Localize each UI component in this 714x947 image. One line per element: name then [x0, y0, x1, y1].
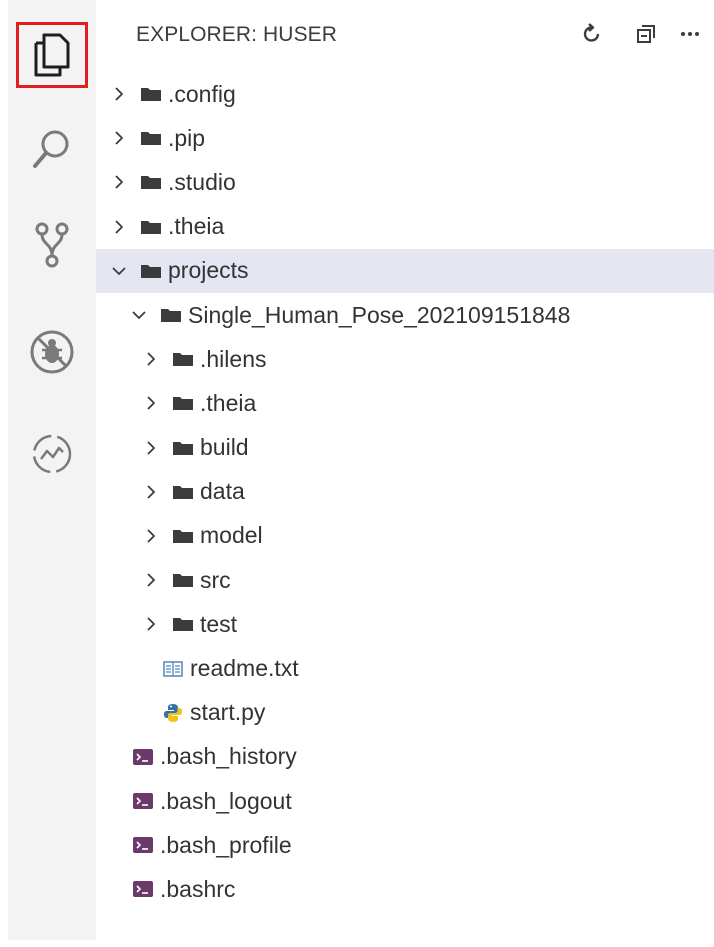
tree-item-label: .studio [168, 168, 236, 195]
tree-file-row[interactable]: readme.txt [96, 646, 714, 690]
file-tree: .config .pip .studio .theia projects Single_H… [96, 72, 714, 912]
folder-icon [140, 217, 162, 237]
folder-icon [140, 84, 162, 104]
chevron-right-icon[interactable] [142, 439, 160, 457]
chevron-right-icon[interactable] [142, 615, 160, 633]
folder-icon [140, 261, 162, 281]
chevron-right-icon[interactable] [110, 173, 128, 191]
tree-folder-row[interactable]: .theia [96, 381, 714, 425]
tree-folder-row[interactable]: src [96, 558, 714, 602]
tree-item-label: model [200, 522, 263, 549]
chevron-right-icon[interactable] [142, 527, 160, 545]
terminal-file-icon [132, 747, 154, 767]
chevron-right-icon[interactable] [142, 571, 160, 589]
tree-folder-row[interactable]: .hilens [96, 337, 714, 381]
more-icon[interactable] [676, 20, 704, 48]
chevron-right-icon[interactable] [110, 129, 128, 147]
ide-window: EXPLORER: HUSER .config .pip .studio .th… [0, 0, 714, 947]
tree-item-label: src [200, 566, 231, 593]
search-icon[interactable] [18, 119, 86, 179]
tree-folder-row[interactable]: .studio [96, 160, 714, 204]
folder-icon [172, 393, 194, 413]
tree-item-label: test [200, 610, 238, 637]
tree-folder-row[interactable]: .theia [96, 205, 714, 249]
chevron-down-icon[interactable] [110, 262, 128, 280]
tree-item-label: .config [168, 80, 236, 107]
tree-file-row[interactable]: .bashrc [96, 867, 714, 911]
tree-item-label: .pip [168, 124, 206, 151]
tree-item-label: start.py [190, 699, 266, 726]
tree-item-label: .theia [200, 389, 257, 416]
chevron-right-icon[interactable] [110, 218, 128, 236]
tree-item-label: Single_Human_Pose_202109151848 [188, 301, 571, 328]
explorer-icon[interactable] [18, 25, 86, 85]
tree-item-label: build [200, 434, 249, 461]
collapse-all-icon[interactable] [632, 20, 660, 48]
tree-folder-row[interactable]: test [96, 602, 714, 646]
folder-icon [172, 570, 194, 590]
terminal-file-icon [132, 835, 154, 855]
tree-folder-row[interactable]: model [96, 514, 714, 558]
chevron-right-icon[interactable] [142, 350, 160, 368]
source-control-icon[interactable] [18, 215, 86, 275]
tree-file-row[interactable]: .bash_profile [96, 823, 714, 867]
tree-folder-row[interactable]: projects [96, 248, 714, 293]
tree-file-row[interactable]: .bash_logout [96, 779, 714, 823]
timeline-icon[interactable] [18, 424, 86, 484]
refresh-icon[interactable] [578, 20, 606, 48]
folder-icon [140, 172, 162, 192]
tree-item-label: .bash_profile [160, 831, 292, 858]
folder-icon [160, 305, 182, 325]
tree-item-label: .bashrc [160, 875, 236, 902]
tree-folder-row[interactable]: data [96, 470, 714, 514]
tree-file-row[interactable]: .bash_history [96, 735, 714, 779]
tree-item-label: .bash_logout [160, 787, 292, 814]
tree-folder-row[interactable]: .config [96, 72, 714, 116]
tree-folder-row[interactable]: Single_Human_Pose_202109151848 [96, 293, 714, 337]
terminal-file-icon [132, 879, 154, 899]
tree-item-label: readme.txt [190, 655, 299, 682]
folder-icon [140, 128, 162, 148]
explorer-panel: EXPLORER: HUSER .config .pip .studio .th… [96, 0, 714, 940]
tree-folder-row[interactable]: .pip [96, 116, 714, 160]
folder-icon [172, 438, 194, 458]
text-file-icon [162, 659, 184, 679]
tree-folder-row[interactable]: build [96, 426, 714, 470]
folder-icon [172, 482, 194, 502]
activity-bar [8, 0, 96, 940]
explorer-header: EXPLORER: HUSER [96, 0, 714, 70]
tree-item-label: .theia [168, 213, 225, 240]
chevron-right-icon[interactable] [110, 85, 128, 103]
debug-icon[interactable] [18, 322, 86, 382]
folder-icon [172, 526, 194, 546]
folder-icon [172, 614, 194, 634]
tree-item-label: .bash_history [160, 743, 297, 770]
terminal-file-icon [132, 791, 154, 811]
chevron-down-icon[interactable] [130, 306, 148, 324]
python-file-icon [162, 703, 184, 723]
chevron-right-icon[interactable] [142, 483, 160, 501]
folder-icon [172, 349, 194, 369]
tree-item-label: data [200, 478, 245, 505]
explorer-title: EXPLORER: HUSER [136, 23, 338, 46]
chevron-right-icon[interactable] [142, 394, 160, 412]
tree-file-row[interactable]: start.py [96, 691, 714, 735]
bottom-edge [0, 940, 714, 947]
tree-item-label: projects [168, 257, 249, 284]
tree-item-label: .hilens [200, 345, 267, 372]
